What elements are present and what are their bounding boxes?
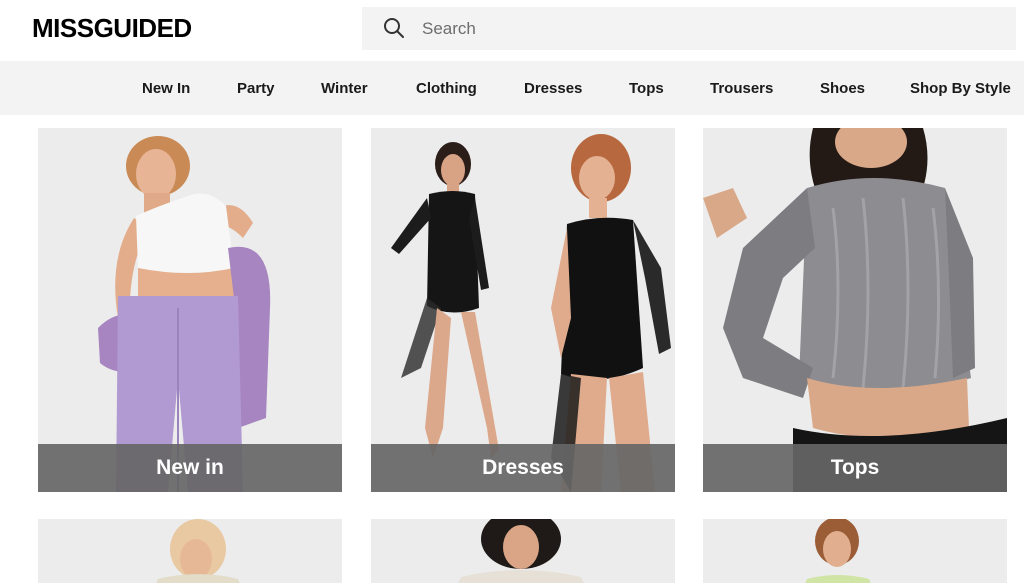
tile-label-bar: Tops: [703, 444, 1007, 492]
category-tile-dresses[interactable]: Dresses: [371, 128, 675, 492]
nav-item-party[interactable]: Party: [237, 80, 275, 98]
category-tile-new-in[interactable]: New in: [38, 128, 342, 492]
search-input[interactable]: [422, 7, 982, 50]
nav-item-shoes[interactable]: Shoes: [820, 80, 865, 98]
category-tile-row2-2[interactable]: [371, 519, 675, 583]
category-tile-row2-1[interactable]: [38, 519, 342, 583]
site-logo[interactable]: MISSGUIDED: [32, 13, 192, 43]
tile-label-bar: New in: [38, 444, 342, 492]
search-icon[interactable]: [382, 16, 406, 40]
nav-item-shop-by-style[interactable]: Shop By Style: [910, 80, 1011, 98]
site-header: MISSGUIDED: [0, 0, 1024, 60]
model-image: [38, 519, 342, 583]
category-tile-row2-3[interactable]: [703, 519, 1007, 583]
category-tile-tops[interactable]: Tops: [703, 128, 1007, 492]
nav-item-dresses[interactable]: Dresses: [524, 80, 582, 98]
dresses-model-image: [371, 128, 675, 492]
nav-item-new-in[interactable]: New In: [142, 80, 190, 98]
main-nav: New In Party Winter Clothing Dresses Top…: [0, 61, 1024, 115]
nav-item-trousers[interactable]: Trousers: [710, 80, 773, 98]
nav-item-winter[interactable]: Winter: [321, 80, 368, 98]
tile-label-bar: Dresses: [371, 444, 675, 492]
model-image: [703, 519, 1007, 583]
tile-label: Dresses: [482, 456, 564, 479]
nav-item-tops[interactable]: Tops: [629, 80, 664, 98]
tops-model-image: [703, 128, 1007, 492]
search-bar[interactable]: [362, 7, 1016, 50]
new-in-model-image: [38, 128, 342, 492]
nav-item-clothing[interactable]: Clothing: [416, 80, 477, 98]
tile-label: New in: [156, 456, 224, 479]
model-image: [371, 519, 675, 583]
tile-label: Tops: [830, 456, 880, 479]
